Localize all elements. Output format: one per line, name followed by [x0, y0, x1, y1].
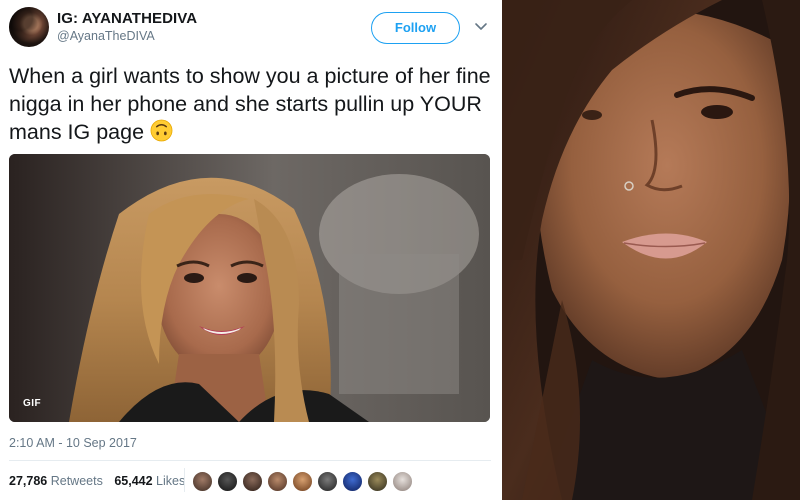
- selfie-illustration: [502, 0, 800, 500]
- liker-avatar[interactable]: [192, 471, 213, 492]
- tweet-stats: 27,786 Retweets 65,442 Likes: [9, 474, 193, 488]
- display-name[interactable]: IG: AYANATHEDIVA: [57, 10, 197, 27]
- stats-divider: [184, 468, 185, 492]
- avatar[interactable]: [9, 7, 49, 47]
- user-handle[interactable]: @AyanaTheDIVA: [57, 29, 155, 43]
- liker-avatar[interactable]: [392, 471, 413, 492]
- tweet-text-body: When a girl wants to show you a picture …: [9, 64, 491, 144]
- liker-avatar[interactable]: [267, 471, 288, 492]
- tweet-timestamp[interactable]: 2:10 AM - 10 Sep 2017: [9, 436, 137, 450]
- divider: [9, 460, 491, 461]
- liker-avatar[interactable]: [217, 471, 238, 492]
- gif-frame-illustration: [9, 154, 490, 422]
- liker-avatar[interactable]: [342, 471, 363, 492]
- retweets-label[interactable]: Retweets: [51, 474, 103, 488]
- liker-avatar[interactable]: [292, 471, 313, 492]
- follow-button[interactable]: Follow: [371, 12, 460, 44]
- chevron-down-icon[interactable]: [473, 20, 489, 34]
- retweets-count[interactable]: 27,786: [9, 474, 47, 488]
- liker-avatar[interactable]: [242, 471, 263, 492]
- likes-count[interactable]: 65,442: [114, 474, 152, 488]
- tweet-media-gif[interactable]: GIF: [9, 154, 490, 422]
- liker-avatar[interactable]: [317, 471, 338, 492]
- selfie-photo: [502, 0, 800, 500]
- liker-avatar[interactable]: [367, 471, 388, 492]
- likes-label[interactable]: Likes: [156, 474, 185, 488]
- tweet-text: When a girl wants to show you a picture …: [9, 62, 494, 146]
- tweet-card: IG: AYANATHEDIVA @AyanaTheDIVA Follow Wh…: [0, 0, 502, 500]
- gif-badge: GIF: [23, 398, 42, 409]
- upside-down-face-icon: [150, 119, 173, 142]
